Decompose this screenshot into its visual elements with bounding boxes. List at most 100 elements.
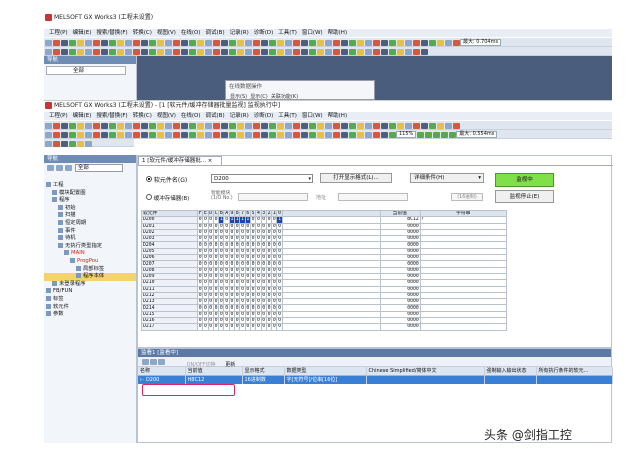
toolbar-icon[interactable] [452,122,460,129]
toolbar-icon[interactable] [372,122,380,129]
toolbar-icon[interactable] [324,48,332,55]
toolbar-icon[interactable] [148,39,156,46]
toolbar-icon[interactable] [212,131,220,138]
toolbar-icon[interactable] [260,48,268,55]
watch-refresh[interactable]: 更新 [225,362,235,368]
toolbar-icon[interactable] [268,131,276,138]
tree-item[interactable]: 标签 [44,295,136,304]
tree-item[interactable]: 待机 [44,235,136,243]
grid-row[interactable]: D217 0 0 0 0 0 0 0 0 0 0 0 0 0 0 0 0 0000 [141,323,507,331]
toolbar-icon[interactable] [244,48,252,55]
toolbar-icon[interactable] [364,39,372,46]
nav-icon[interactable] [47,165,54,171]
tree-item[interactable]: 未登录程序 [44,280,136,289]
toolbar-icon[interactable] [244,131,252,138]
toolbar-icon[interactable] [244,122,252,129]
toolbar-icon[interactable] [412,39,420,46]
chevron-down-icon[interactable]: ▾ [308,175,311,183]
toolbar-icon[interactable] [148,48,156,55]
toolbar-icon[interactable] [180,39,188,46]
monitoring-button[interactable]: 监视中 [495,173,554,187]
toolbar-icon[interactable] [84,39,92,46]
toolbar-icon[interactable] [236,122,244,129]
menu-item[interactable]: 工具(T) [278,112,297,120]
nav-filter[interactable]: 全部 [74,164,123,172]
toolbar-icon[interactable] [60,122,68,129]
toolbar-icon[interactable] [148,122,156,129]
toolbar-icon[interactable] [196,39,204,46]
toolbar-icon[interactable] [124,122,132,129]
toolbar-icon[interactable] [156,122,164,129]
menu-item[interactable]: 调试(B) [206,29,225,37]
toolbar-icon[interactable] [180,48,188,55]
toolbar-icon[interactable] [300,48,308,55]
menu-item[interactable]: 诊断(D) [254,112,274,120]
toolbar-icon[interactable] [364,131,372,138]
toolbar-icon[interactable] [52,48,60,55]
toolbar-icon[interactable] [124,48,132,55]
toolbar-icon[interactable] [356,48,364,55]
menu-item[interactable]: 编辑(E) [73,112,92,120]
toolbar-icon[interactable] [212,39,220,46]
toolbar-icon[interactable] [44,131,52,138]
toolbar-icon[interactable] [44,48,52,55]
toolbar-icon[interactable] [164,39,172,46]
toolbar-icon[interactable] [404,122,412,129]
toolbar-icon[interactable] [92,39,100,46]
toolbar-icon[interactable] [124,131,132,138]
toolbar-icon[interactable] [108,131,116,138]
toolbar-icon[interactable] [140,122,148,129]
toolbar-icon[interactable] [420,48,428,55]
toolbar-icon[interactable] [388,39,396,46]
menu-item[interactable]: 记录(R) [230,112,249,120]
toolbar-icon[interactable] [164,122,172,129]
close-icon[interactable]: × [208,158,213,164]
menu-item[interactable]: 调试(B) [206,112,225,120]
toolbar-icon[interactable] [236,48,244,55]
toolbar-icon[interactable] [124,39,132,46]
toolbar-icon[interactable] [364,48,372,55]
monitor-icon[interactable] [141,358,149,365]
toolbar-icon[interactable] [260,39,268,46]
device-name-input[interactable]: D200 ▾ [211,174,313,183]
toolbar-icon[interactable] [428,39,436,46]
toolbar-icon[interactable] [348,122,356,129]
nav-icon[interactable] [56,165,63,171]
toolbar-icon[interactable] [172,131,180,138]
toolbar-icon[interactable] [172,39,180,46]
toolbar-icon[interactable] [364,122,372,129]
toolbar-icon[interactable] [372,131,380,138]
toolbar-icon[interactable] [76,39,84,46]
toolbar-icon[interactable] [252,122,260,129]
radio-device-name[interactable] [146,176,152,182]
toolbar-icon[interactable] [372,48,380,55]
menu-item[interactable]: 编辑(E) [73,29,92,37]
menu-item[interactable]: 搜索/替换(F) [96,112,127,120]
toolbar-icon[interactable] [332,131,340,138]
toolbar-icon[interactable] [156,39,164,46]
toolbar-icon[interactable] [52,140,60,147]
toolbar-icon[interactable] [236,39,244,46]
toolbar-icon[interactable] [132,131,140,138]
toolbar-icon[interactable] [228,39,236,46]
toolbar-icon[interactable] [116,131,124,138]
tree-item[interactable]: 扫描 [44,212,136,220]
menu-item[interactable]: 工具(T) [278,29,297,37]
toolbar-icon[interactable] [196,131,204,138]
toolbar-icon[interactable] [268,39,276,46]
toolbar-icon[interactable] [340,131,348,138]
toolbar-icon[interactable] [380,122,388,129]
toolbar-icon[interactable] [428,122,436,129]
toolbar-icon[interactable] [84,122,92,129]
stop-icon[interactable] [149,358,157,365]
toolbar-icon[interactable] [252,48,260,55]
toolbar-icon[interactable] [276,39,284,46]
toolbar-icon[interactable] [220,122,228,129]
toolbar-icon[interactable] [260,122,268,129]
toolbar-icon[interactable] [60,48,68,55]
status-icon[interactable] [416,131,424,138]
toolbar-icon[interactable] [308,131,316,138]
toolbar-icon[interactable] [188,39,196,46]
toolbar-icon[interactable] [84,131,92,138]
tree-item[interactable]: 无执行类型指定 [44,242,136,251]
